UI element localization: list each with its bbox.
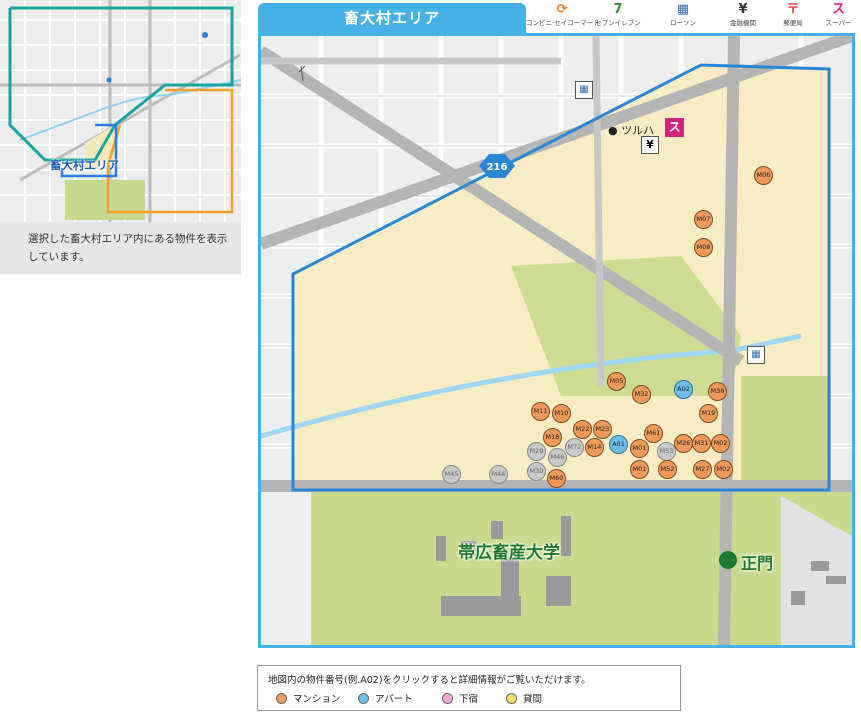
main-gate-label: 正門	[741, 554, 774, 573]
overview-area-label: 畜大村エリア	[50, 158, 119, 172]
legend-item-boarding: 下宿	[442, 691, 478, 705]
lawson-icon[interactable]: ▦	[575, 81, 593, 99]
legend-bank: ¥ 金融機関	[718, 2, 768, 32]
overview-map[interactable]	[0, 0, 241, 222]
lawson-icon: ▦	[676, 2, 690, 17]
tab-area-label: 畜大村エリア	[343, 9, 440, 27]
property-marker[interactable]: A02	[674, 380, 693, 399]
store-dot-icon: ●	[608, 124, 618, 137]
legend-item-apart: アパート	[358, 691, 413, 705]
property-marker[interactable]: M06	[754, 166, 773, 185]
property-marker[interactable]: M01	[630, 439, 649, 458]
property-marker[interactable]: M72	[565, 438, 584, 457]
legend-supermarket: ス スーパー	[816, 2, 861, 32]
property-marker[interactable]: M26	[674, 434, 693, 453]
property-marker[interactable]: M22	[573, 420, 592, 439]
overview-panel: 畜大村エリア 選択した畜大村エリア内にある物件を表示しています。	[0, 0, 241, 274]
property-marker[interactable]: M11	[531, 402, 550, 421]
property-marker[interactable]: M02	[711, 434, 730, 453]
tab-area[interactable]: 畜大村エリア	[258, 3, 526, 33]
facility-icon-legend: ⟳ コンビニ·セイコーマート 7 セブンイレブン ▦ ローソン ¥ 金融機関 〒…	[526, 0, 861, 33]
property-marker[interactable]: M19	[699, 404, 718, 423]
property-marker[interactable]: M32	[632, 385, 651, 404]
university-label: 帯広畜産大学	[458, 543, 560, 563]
property-marker[interactable]: M07	[694, 210, 713, 229]
property-marker[interactable]: M10	[552, 404, 571, 423]
property-marker[interactable]: M38	[708, 382, 727, 401]
property-marker[interactable]: M45	[442, 465, 461, 484]
property-marker[interactable]: M31	[692, 434, 711, 453]
legend-item-mansion: マンション	[276, 691, 341, 705]
property-marker[interactable]: M44	[489, 465, 508, 484]
main-map[interactable]: 216 ▦ ▦ ¥ ス ● ツルハ 帯広畜産大学 正門 M06 M07 M08 …	[258, 33, 855, 648]
property-marker[interactable]: M23	[593, 420, 612, 439]
property-marker[interactable]: M08	[694, 238, 713, 257]
store-label: ● ツルハ	[608, 124, 655, 137]
lawson-icon[interactable]: ▦	[747, 346, 765, 364]
legend-seven-eleven: 7 セブンイレブン	[588, 2, 648, 32]
legend-lawson: ▦ ローソン	[658, 2, 708, 32]
main-gate-dot	[719, 551, 737, 569]
property-marker[interactable]: M18	[543, 428, 562, 447]
property-marker[interactable]: M61	[644, 424, 663, 443]
property-marker[interactable]: M30	[527, 462, 546, 481]
overview-caption: 選択した畜大村エリア内にある物件を表示しています。	[28, 233, 228, 263]
seven-eleven-icon: 7	[613, 2, 623, 17]
bank-icon: ¥	[738, 2, 748, 17]
legend-post-office: 〒 郵便局	[768, 2, 818, 32]
property-legend: 地図内の物件番号(例.A02)をクリックすると詳細情報がご覧いただけます。 マン…	[257, 665, 681, 711]
boarding-dot-icon	[442, 693, 453, 704]
room-rental-dot-icon	[506, 693, 517, 704]
property-marker[interactable]: M52	[658, 460, 677, 479]
property-marker[interactable]: M14	[585, 438, 604, 457]
bank-icon[interactable]: ¥	[641, 136, 659, 154]
property-marker[interactable]: M60	[547, 469, 566, 488]
property-marker[interactable]: M29	[527, 442, 546, 461]
property-marker[interactable]: M27	[693, 460, 712, 479]
legend-item-room-rental: 貸間	[506, 691, 542, 705]
property-marker[interactable]: M02	[714, 460, 733, 479]
property-marker[interactable]: M01	[630, 460, 649, 479]
property-marker[interactable]: A01	[609, 435, 628, 454]
mansion-dot-icon	[276, 693, 287, 704]
property-marker[interactable]: M05	[607, 372, 626, 391]
property-marker[interactable]: M46	[548, 448, 567, 467]
route-216-shield: 216	[487, 162, 508, 173]
supermarket-icon: ス	[831, 2, 845, 17]
post-office-icon: 〒	[786, 2, 800, 17]
supermarket-icon[interactable]: ス	[665, 118, 684, 137]
apart-dot-icon	[358, 693, 369, 704]
legend-note: 地図内の物件番号(例.A02)をクリックすると詳細情報がご覧いただけます。	[268, 675, 591, 686]
